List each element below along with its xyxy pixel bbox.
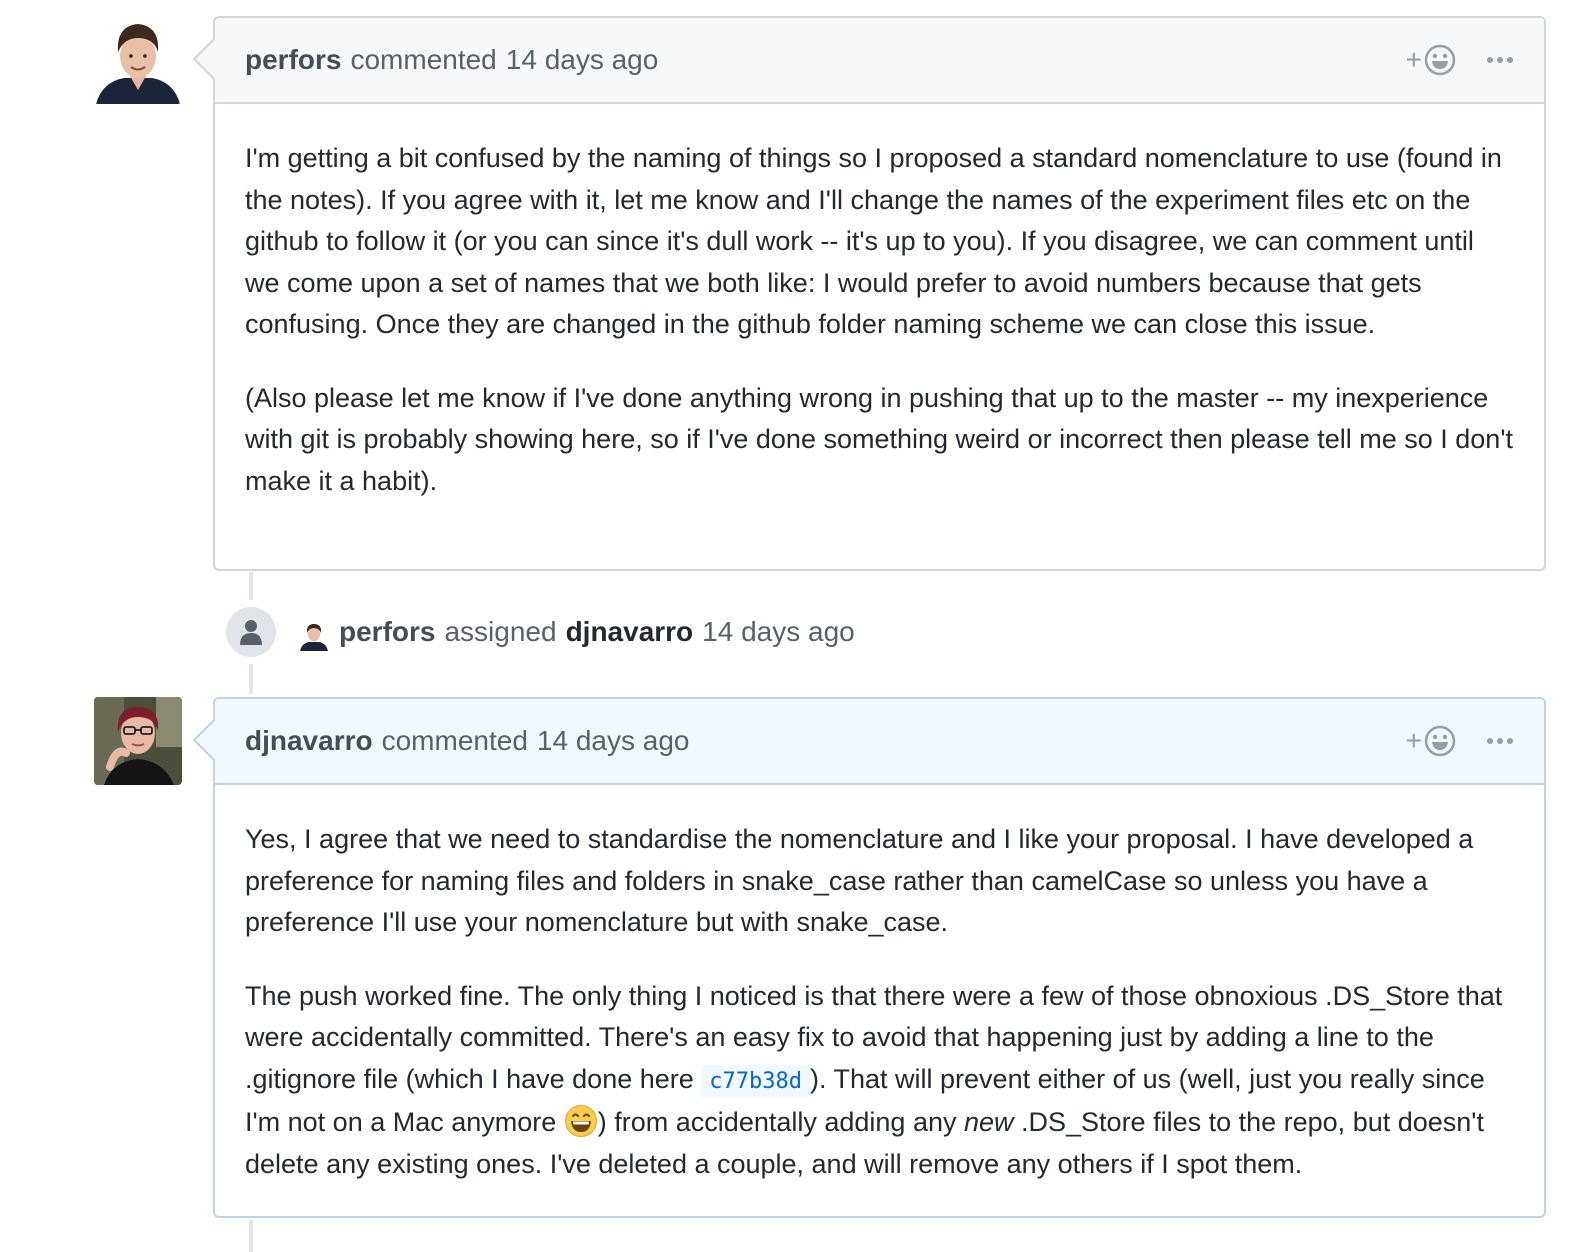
comment-author[interactable]: perfors	[245, 44, 341, 76]
comment-action: commented	[381, 725, 528, 756]
comment-paragraph: I'm getting a bit confused by the naming…	[245, 143, 1502, 339]
comment-paragraph: The push worked fine. The only thing I n…	[245, 976, 1514, 1186]
comment-djnavarro: djnavarro commented14 days ago + Yes, I	[192, 697, 1546, 1218]
emphasis-text: new	[963, 1107, 1014, 1137]
smiley-icon	[1424, 44, 1456, 76]
avatar-perfors[interactable]	[94, 16, 182, 104]
comment-header: perfors commented 14 days ago +	[215, 18, 1544, 104]
comment-author[interactable]: djnavarro	[245, 725, 373, 757]
add-reaction-button[interactable]: +	[1406, 725, 1456, 757]
comment-paragraph: Yes, I agree that we need to standardise…	[245, 824, 1474, 937]
event-assignee[interactable]: djnavarro	[566, 616, 694, 648]
timeline-connector	[249, 664, 253, 694]
kebab-icon[interactable]	[1486, 736, 1514, 746]
add-reaction-button[interactable]: +	[1406, 44, 1456, 76]
actor-avatar[interactable]	[299, 621, 329, 651]
comment-timestamp[interactable]: 14 days ago	[537, 725, 690, 756]
reaction-plus-label: +	[1405, 44, 1422, 75]
grinning-emoji	[564, 1105, 597, 1137]
reaction-plus-label: +	[1405, 725, 1422, 756]
comment-header: djnavarro commented 14 days ago +	[215, 699, 1544, 785]
commit-link[interactable]: c77b38d	[701, 1064, 810, 1098]
comment-body: I'm getting a bit confused by the naming…	[215, 104, 1544, 532]
text-segment: ) from accidentally adding any	[597, 1107, 964, 1137]
assignment-event: perfors assigned djnavarro 14 days ago	[223, 604, 855, 660]
timeline-connector	[249, 572, 253, 600]
smiley-icon	[1424, 725, 1456, 757]
event-timestamp[interactable]: 14 days ago	[702, 616, 855, 648]
event-actor[interactable]: perfors	[339, 616, 435, 648]
person-icon	[240, 620, 262, 645]
comment-body: Yes, I agree that we need to standardise…	[215, 785, 1544, 1215]
kebab-icon[interactable]	[1486, 55, 1514, 65]
timeline-connector	[249, 1220, 253, 1252]
comment-paragraph: (Also please let me know if I've done an…	[245, 382, 1513, 496]
comment-action: commented	[350, 44, 497, 75]
comment-perfors: perfors commented14 days ago + I'm gett	[192, 16, 1546, 571]
avatar-djnavarro[interactable]	[94, 697, 182, 785]
event-action: assigned	[444, 616, 557, 647]
comment-timestamp[interactable]: 14 days ago	[506, 44, 659, 75]
event-badge	[223, 604, 279, 660]
